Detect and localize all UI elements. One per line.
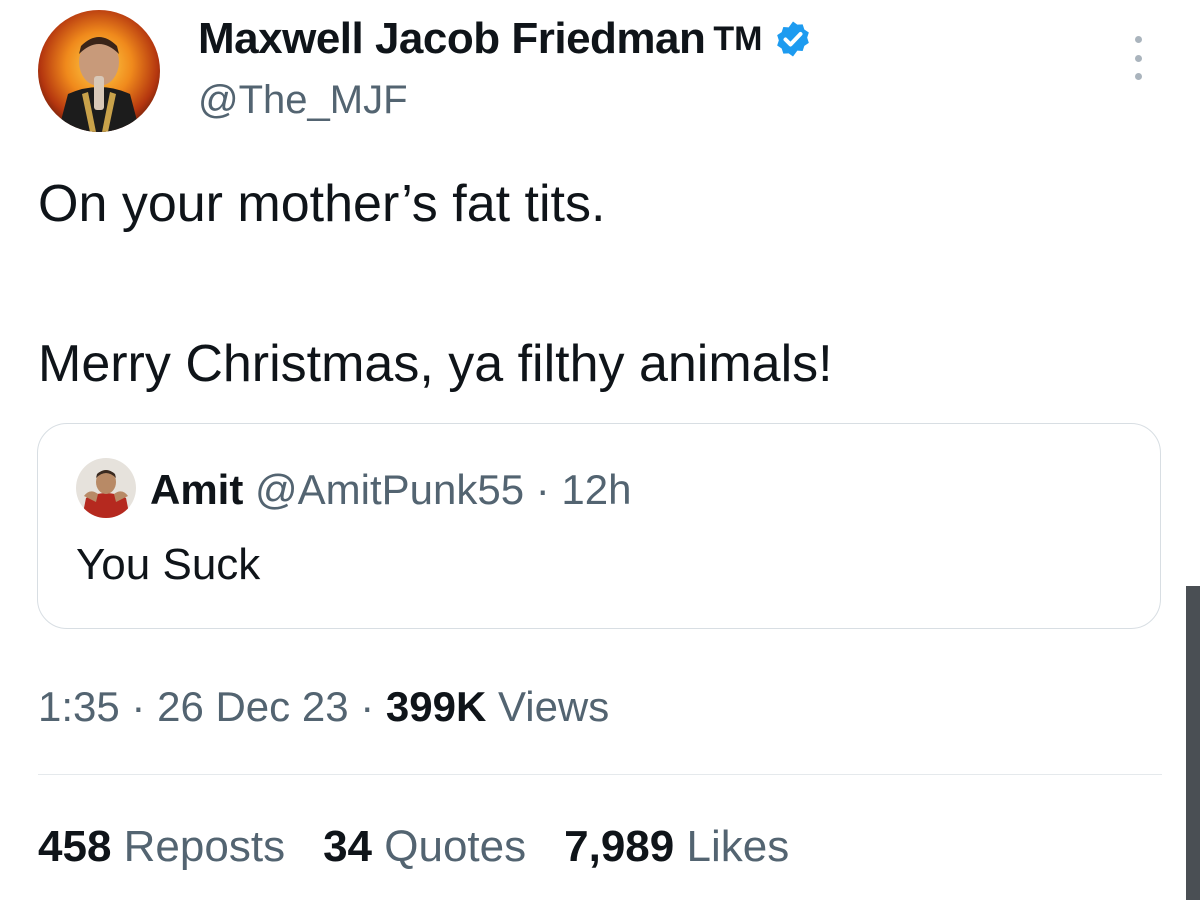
likes-stat[interactable]: 7,989 Likes — [564, 822, 789, 872]
author-handle[interactable]: @The_MJF — [198, 78, 408, 123]
reposts-label: Reposts — [123, 822, 286, 871]
trademark-mark: TM — [713, 19, 763, 58]
views-label: Views — [497, 683, 610, 730]
author-name-row[interactable]: Maxwell Jacob Friedman TM — [198, 14, 813, 64]
divider — [38, 774, 1162, 775]
meta-separator: · — [360, 683, 375, 730]
author-avatar[interactable] — [38, 10, 160, 132]
quoted-tweet-text: You Suck — [76, 540, 261, 589]
likes-label: Likes — [686, 822, 790, 871]
quoted-header: Amit @AmitPunk55 · 12h — [150, 466, 632, 514]
tweet-meta: 1:35 · 26 Dec 23 · 399K Views — [38, 683, 609, 731]
quoted-tweet-card[interactable]: Amit @AmitPunk55 · 12h You Suck — [37, 423, 1161, 629]
author-display-name[interactable]: Maxwell Jacob Friedman — [198, 14, 706, 64]
engagement-stats: 458 Reposts 34 Quotes 7,989 Likes — [38, 822, 827, 872]
quoted-author-meta[interactable]: @AmitPunk55 · 12h — [255, 466, 631, 513]
meta-separator: · — [131, 683, 146, 730]
quoted-author-avatar[interactable] — [76, 458, 136, 518]
tweet-date[interactable]: 26 Dec 23 — [157, 683, 348, 730]
tweet-time[interactable]: 1:35 — [38, 683, 120, 730]
scrollbar[interactable] — [1186, 586, 1200, 900]
tweet-text-line-1: On your mother’s fat tits. — [38, 175, 606, 233]
more-options-icon[interactable] — [1126, 36, 1150, 80]
likes-count: 7,989 — [564, 822, 675, 871]
quotes-label: Quotes — [384, 822, 527, 871]
quotes-count: 34 — [323, 822, 373, 871]
reposts-count: 458 — [38, 822, 112, 871]
reposts-stat[interactable]: 458 Reposts — [38, 822, 285, 872]
views-count: 399K — [385, 683, 487, 730]
verified-badge-icon — [776, 21, 809, 57]
quoted-author-name[interactable]: Amit — [150, 466, 243, 513]
tweet-text-line-2: Merry Christmas, ya filthy animals! — [38, 335, 833, 393]
quotes-stat[interactable]: 34 Quotes — [323, 822, 526, 872]
